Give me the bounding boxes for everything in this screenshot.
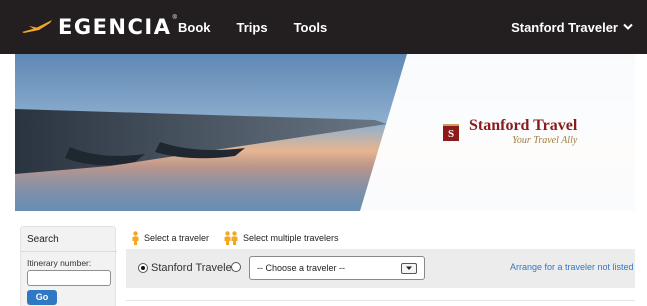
top-navigation-bar: EGENCIA ® Book Trips Tools Stanford Trav…	[0, 0, 647, 54]
egencia-logo[interactable]: EGENCIA ®	[20, 12, 177, 42]
search-title: Search	[27, 234, 59, 245]
choose-traveler-dropdown[interactable]: -- Choose a traveler --	[249, 256, 425, 280]
search-divider	[21, 251, 117, 252]
stanford-travel-brand: S Stanford Travel Your Travel Ally	[443, 117, 577, 147]
user-name: Stanford Traveler	[511, 19, 618, 35]
dropdown-arrow-icon	[401, 263, 417, 274]
tab-select-multiple-travelers[interactable]: Select multiple travelers	[222, 226, 339, 249]
nav-tools[interactable]: Tools	[294, 20, 328, 35]
nav-book[interactable]: Book	[178, 20, 211, 35]
search-panel: Search Itinerary number: Go	[20, 226, 117, 306]
person-icon	[132, 230, 139, 245]
tab-select-a-traveler[interactable]: Select a traveler	[126, 226, 214, 249]
people-icon	[224, 230, 238, 245]
traveler-tabs: Select a traveler Select multiple travel…	[126, 226, 635, 249]
logo-trademark: ®	[172, 15, 177, 21]
self-traveler-radio[interactable]	[138, 263, 148, 273]
logo-text: EGENCIA	[58, 15, 172, 39]
arrange-unlisted-traveler-link[interactable]: Arrange for a traveler not listed	[510, 262, 634, 272]
content-divider	[126, 300, 635, 301]
itinerary-number-input[interactable]	[27, 270, 111, 286]
tab-label: Select a traveler	[144, 232, 210, 243]
itinerary-label: Itinerary number:	[27, 258, 92, 268]
hero-banner: S Stanford Travel Your Travel Ally	[15, 54, 635, 211]
nav-trips[interactable]: Trips	[237, 20, 268, 35]
plane-swoosh-icon	[22, 20, 52, 33]
brand-name: Stanford Travel	[469, 117, 578, 134]
go-button[interactable]: Go	[27, 290, 57, 305]
user-menu[interactable]: Stanford Traveler	[511, 0, 633, 54]
other-traveler-radio[interactable]	[231, 262, 241, 272]
tab-label: Select multiple travelers	[243, 232, 339, 243]
traveler-select-row: Stanford Traveler -- Choose a traveler -…	[126, 249, 635, 288]
dropdown-value: -- Choose a traveler --	[257, 263, 346, 273]
stanford-travel-logo-icon: S	[443, 123, 459, 141]
main-nav: Book Trips Tools	[178, 0, 353, 54]
self-traveler-label: Stanford Traveler	[151, 262, 236, 274]
brand-tagline: Your Travel Ally	[512, 135, 578, 146]
chevron-down-icon	[623, 23, 633, 30]
